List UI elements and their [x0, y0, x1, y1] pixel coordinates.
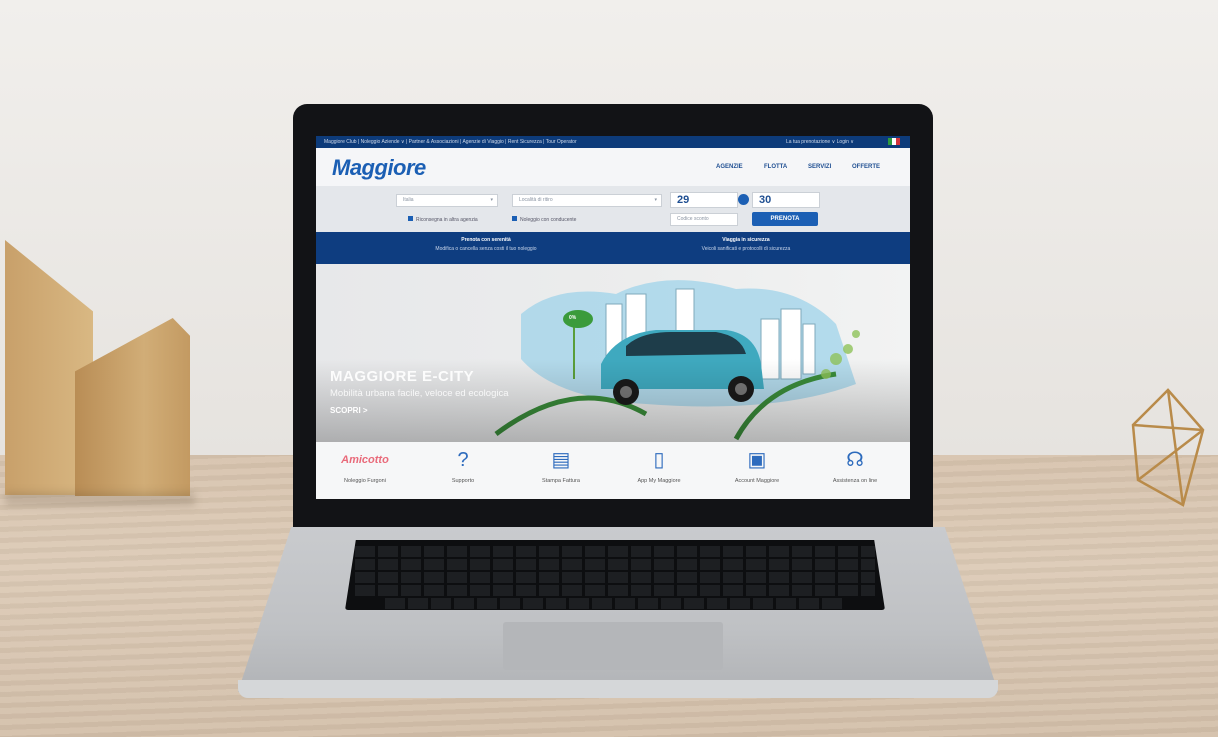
amicotto-logo: Amicotto	[341, 454, 389, 466]
booking-search-bar: Italia ▾ Località di ritiro ▾ 29 30 Ricons…	[316, 186, 910, 232]
pickup-country-select[interactable]: Italia ▾	[396, 194, 498, 207]
hero-carousel[interactable]: 0% MAGGIORE E-CITY Mobilità urbana facil…	[316, 264, 910, 442]
carousel-dots[interactable]	[594, 432, 637, 442]
hero-title: MAGGIORE E-CITY	[330, 368, 475, 385]
geometric-brass-ornament	[1131, 388, 1205, 507]
info-banner: Prenota con serenità Modifica o cancella…	[316, 232, 910, 264]
key-row	[355, 546, 875, 557]
tile-label: Supporto	[451, 478, 475, 484]
tile-label: Account Maggiore	[734, 478, 780, 484]
end-date-field[interactable]: 30	[752, 192, 820, 208]
nav-flotta[interactable]: FLOTTA	[764, 164, 787, 170]
checkbox-return-other[interactable]: Riconsegna in altra agenzia	[408, 216, 478, 223]
box-shadow	[5, 492, 195, 506]
laptop-trackpad	[503, 622, 723, 670]
account-icon: ▣	[747, 449, 767, 471]
site-header: Maggiore AGENZIE FLOTTA SERVIZI OFFERTE	[316, 148, 910, 186]
checkbox-driver-label: Noleggio con conducente	[520, 217, 577, 223]
tile-supporto[interactable]: ? Supporto	[414, 448, 512, 496]
promo-placeholder: Codice sconto	[677, 216, 709, 222]
pickup-location-input[interactable]: Località di ritiro ▾	[512, 194, 662, 207]
topbar-account[interactable]: La tua prenotazione ∨ Login ∨	[786, 139, 854, 145]
site-topbar: Maggiore Club | Noleggio Aziende ∨ | Par…	[316, 136, 910, 148]
italy-flag-icon[interactable]	[888, 138, 900, 145]
nav-servizi[interactable]: SERVIZI	[808, 164, 831, 170]
tile-label: Noleggio Furgoni	[344, 478, 386, 484]
key-row	[355, 585, 875, 596]
invoice-icon: ▤	[551, 449, 571, 471]
banner-right-text: Veicoli sanificati e protocolli di sicur…	[701, 246, 791, 252]
banner-left-title: Prenota con serenità	[461, 237, 511, 243]
laptop-keyboard	[345, 540, 885, 610]
checkbox-icon	[512, 216, 517, 221]
maggiore-logo[interactable]: Maggiore	[332, 155, 426, 181]
topbar-links[interactable]: Maggiore Club | Noleggio Aziende ∨ | Par…	[324, 139, 577, 145]
end-date-day: 30	[759, 194, 772, 206]
hero-subtitle: Mobilità urbana facile, veloce ed ecolog…	[330, 388, 509, 399]
tile-stampa-fattura[interactable]: ▤ Stampa Fattura	[512, 448, 610, 496]
start-date-field[interactable]: 29	[670, 192, 738, 208]
laptop-screen: Maggiore Club | Noleggio Aziende ∨ | Par…	[316, 136, 910, 499]
pickup-location-placeholder: Località di ritiro	[519, 197, 553, 203]
tile-app[interactable]: ▯ App My Maggiore	[610, 448, 708, 496]
tile-label: Assistenza on line	[832, 478, 878, 484]
date-arrow-icon[interactable]	[738, 194, 749, 205]
service-tiles: Amicotto Noleggio Furgoni ? Supporto ▤ S…	[316, 442, 910, 499]
key-row	[355, 559, 875, 570]
checkbox-return-label: Riconsegna in altra agenzia	[416, 217, 478, 223]
nav-offerte[interactable]: OFFERTE	[852, 164, 880, 170]
hero-discover-link[interactable]: SCOPRI >	[330, 406, 368, 415]
key-row	[355, 572, 875, 583]
smartphone-icon: ▯	[653, 449, 665, 471]
tile-label: App My Maggiore	[637, 478, 681, 484]
start-date-day: 29	[677, 194, 690, 206]
chevron-down-icon: ▾	[654, 197, 657, 203]
laptop-base-lip	[238, 680, 998, 698]
key-row	[385, 598, 845, 609]
nav-agenzie[interactable]: AGENZIE	[716, 164, 743, 170]
banner-left-text: Modifica o cancella senza costi il tuo n…	[435, 246, 537, 252]
zero-emission-badge: 0%	[569, 315, 577, 321]
headset-icon: ☊	[846, 449, 864, 471]
chevron-down-icon: ▾	[490, 197, 493, 203]
tile-assistenza[interactable]: ☊ Assistenza on line	[806, 448, 904, 496]
question-icon: ?	[457, 449, 469, 471]
checkbox-driver[interactable]: Noleggio con conducente	[512, 216, 576, 223]
banner-right-title: Viaggia in sicurezza	[722, 237, 770, 243]
tile-account[interactable]: ▣ Account Maggiore	[708, 448, 806, 496]
pickup-country-value: Italia	[403, 197, 414, 203]
tile-noleggio-furgoni[interactable]: Amicotto Noleggio Furgoni	[316, 448, 414, 496]
book-button[interactable]: PRENOTA	[752, 212, 818, 226]
tile-label: Stampa Fattura	[542, 478, 580, 484]
promo-code-input[interactable]: Codice sconto	[670, 213, 738, 226]
checkbox-icon	[408, 216, 413, 221]
